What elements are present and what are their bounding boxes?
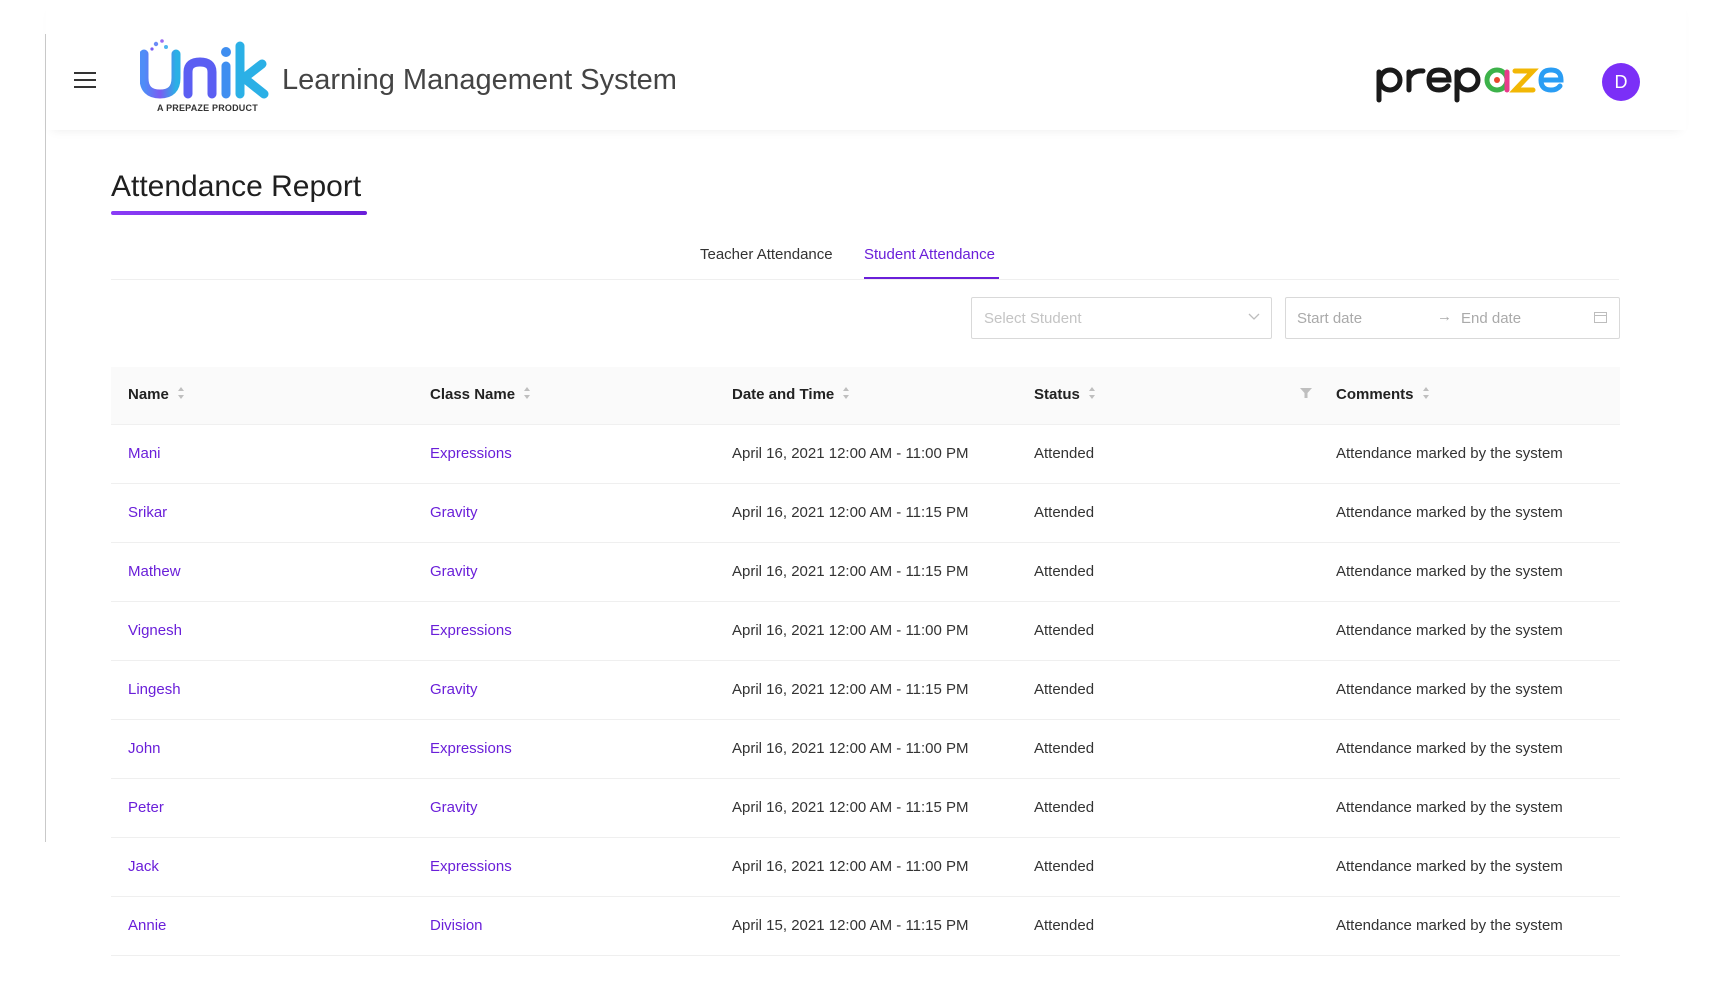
- calendar-icon: [1594, 312, 1607, 323]
- class-name-link[interactable]: Gravity: [430, 799, 478, 816]
- table-row: Vignesh Expressions April 16, 2021 12:00…: [111, 602, 1620, 661]
- date-time-cell: April 16, 2021 12:00 AM - 11:15 PM: [732, 504, 969, 521]
- class-name-link[interactable]: Gravity: [430, 681, 478, 698]
- table-row: Lingesh Gravity April 16, 2021 12:00 AM …: [111, 661, 1620, 720]
- table-row: Annie Division April 15, 2021 12:00 AM -…: [111, 897, 1620, 956]
- status-cell: Attended: [1034, 563, 1095, 580]
- comment-cell: Attendance marked by the system: [1336, 622, 1563, 639]
- class-name-link[interactable]: Expressions: [430, 622, 512, 639]
- student-name-link[interactable]: Jack: [128, 858, 159, 875]
- student-name-link[interactable]: Lingesh: [128, 681, 181, 698]
- end-date-input[interactable]: End date: [1461, 310, 1521, 327]
- date-time-cell: April 16, 2021 12:00 AM - 11:00 PM: [732, 622, 969, 639]
- column-header-class-name[interactable]: Class Name: [430, 386, 531, 403]
- student-name-link[interactable]: Srikar: [128, 504, 167, 521]
- comment-cell: Attendance marked by the system: [1336, 563, 1563, 580]
- prepaze-logo: [1376, 67, 1564, 103]
- chevron-down-icon: [1248, 313, 1260, 320]
- student-name-link[interactable]: Peter: [128, 799, 164, 816]
- comment-cell: Attendance marked by the system: [1336, 858, 1563, 875]
- status-cell: Attended: [1034, 799, 1095, 816]
- class-name-link[interactable]: Expressions: [430, 740, 512, 757]
- class-name-link[interactable]: Expressions: [430, 858, 512, 875]
- date-time-cell: April 15, 2021 12:00 AM - 11:15 PM: [732, 917, 969, 934]
- page-title: Attendance Report: [111, 170, 362, 203]
- sort-icon[interactable]: [523, 386, 531, 400]
- table-header: Name Class Name Date and Time Status Com…: [111, 367, 1620, 425]
- sort-icon[interactable]: [1422, 386, 1430, 400]
- student-select-placeholder: Select Student: [984, 310, 1082, 327]
- class-name-link[interactable]: Division: [430, 917, 483, 934]
- date-time-cell: April 16, 2021 12:00 AM - 11:15 PM: [732, 799, 969, 816]
- table-row: Peter Gravity April 16, 2021 12:00 AM - …: [111, 779, 1620, 838]
- column-header-name[interactable]: Name: [128, 386, 185, 403]
- filter-icon[interactable]: [1300, 387, 1312, 399]
- avatar[interactable]: D: [1602, 63, 1640, 101]
- class-name-link[interactable]: Expressions: [430, 445, 512, 462]
- column-header-comments[interactable]: Comments: [1336, 386, 1430, 403]
- student-name-link[interactable]: Vignesh: [128, 622, 182, 639]
- sort-icon[interactable]: [1088, 386, 1096, 400]
- sidebar-divider: [45, 34, 46, 842]
- start-date-input[interactable]: Start date: [1297, 310, 1362, 327]
- class-name-link[interactable]: Gravity: [430, 563, 478, 580]
- status-cell: Attended: [1034, 445, 1095, 462]
- status-cell: Attended: [1034, 622, 1095, 639]
- table-row: Srikar Gravity April 16, 2021 12:00 AM -…: [111, 484, 1620, 543]
- table-row: Mani Expressions April 16, 2021 12:00 AM…: [111, 425, 1620, 484]
- date-time-cell: April 16, 2021 12:00 AM - 11:15 PM: [732, 563, 969, 580]
- comment-cell: Attendance marked by the system: [1336, 445, 1563, 462]
- comment-cell: Attendance marked by the system: [1336, 917, 1563, 934]
- tab-student-attendance[interactable]: Student Attendance: [864, 246, 995, 263]
- student-select[interactable]: Select Student: [971, 297, 1272, 339]
- class-name-link[interactable]: Gravity: [430, 504, 478, 521]
- column-header-status[interactable]: Status: [1034, 386, 1096, 403]
- active-tab-indicator: [864, 277, 999, 279]
- date-time-cell: April 16, 2021 12:00 AM - 11:00 PM: [732, 740, 969, 757]
- table-row: Jack Expressions April 16, 2021 12:00 AM…: [111, 838, 1620, 897]
- comment-cell: Attendance marked by the system: [1336, 740, 1563, 757]
- page-title-underline: [111, 211, 367, 215]
- status-cell: Attended: [1034, 858, 1095, 875]
- status-cell: Attended: [1034, 504, 1095, 521]
- date-range-picker[interactable]: Start date → End date: [1285, 297, 1620, 339]
- attendance-table: Name Class Name Date and Time Status Com…: [111, 367, 1620, 956]
- student-name-link[interactable]: Annie: [128, 917, 166, 934]
- comment-cell: Attendance marked by the system: [1336, 681, 1563, 698]
- logo-tagline: A PREPAZE PRODUCT: [157, 103, 258, 113]
- table-row: Mathew Gravity April 16, 2021 12:00 AM -…: [111, 543, 1620, 602]
- tab-teacher-attendance[interactable]: Teacher Attendance: [700, 246, 833, 263]
- student-name-link[interactable]: Mani: [128, 445, 161, 462]
- comment-cell: Attendance marked by the system: [1336, 504, 1563, 521]
- student-name-link[interactable]: John: [128, 740, 161, 757]
- table-row: John Expressions April 16, 2021 12:00 AM…: [111, 720, 1620, 779]
- date-time-cell: April 16, 2021 12:00 AM - 11:00 PM: [732, 858, 969, 875]
- status-cell: Attended: [1034, 740, 1095, 757]
- sort-icon[interactable]: [177, 386, 185, 400]
- tabs-divider: [111, 279, 1619, 280]
- sort-icon[interactable]: [842, 386, 850, 400]
- status-cell: Attended: [1034, 917, 1095, 934]
- student-name-link[interactable]: Mathew: [128, 563, 181, 580]
- date-time-cell: April 16, 2021 12:00 AM - 11:00 PM: [732, 445, 969, 462]
- app-title: Learning Management System: [282, 64, 677, 96]
- comment-cell: Attendance marked by the system: [1336, 799, 1563, 816]
- date-time-cell: April 16, 2021 12:00 AM - 11:15 PM: [732, 681, 969, 698]
- menu-icon[interactable]: [74, 72, 96, 90]
- arrow-right-icon: →: [1437, 308, 1452, 325]
- status-cell: Attended: [1034, 681, 1095, 698]
- column-header-date-and-time[interactable]: Date and Time: [732, 386, 850, 403]
